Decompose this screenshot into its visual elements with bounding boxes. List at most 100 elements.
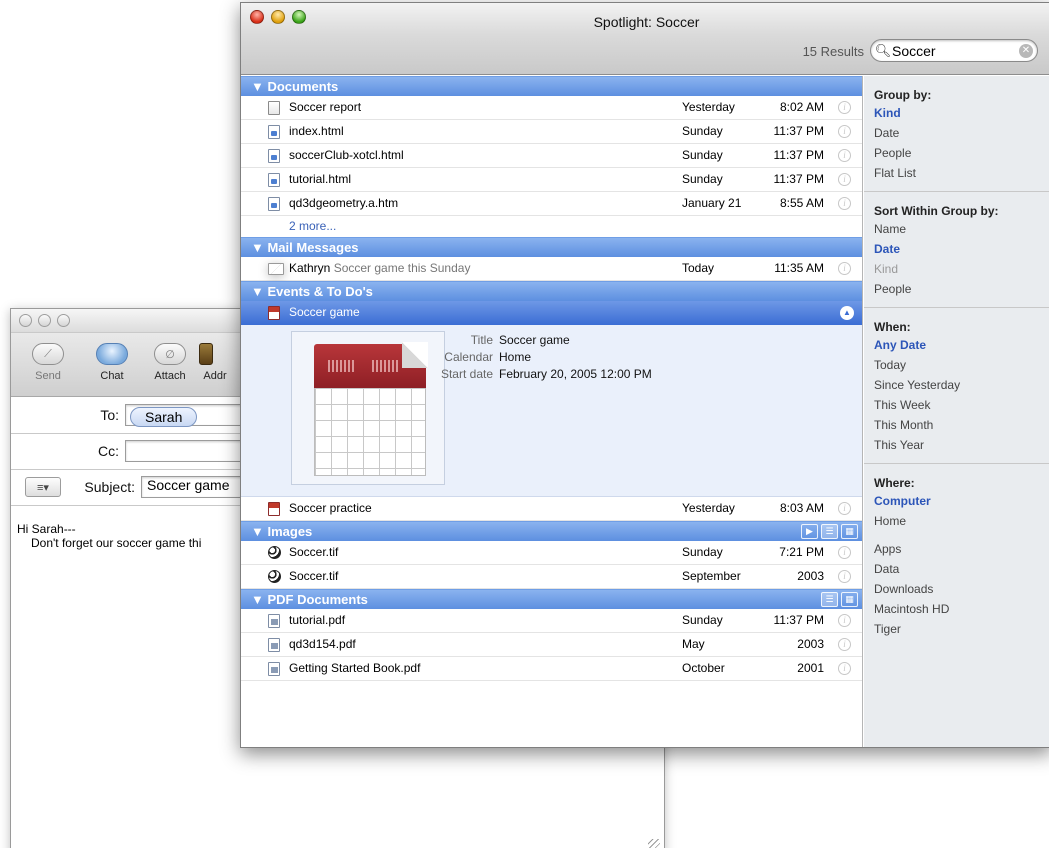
view-options: ☰ ▦ bbox=[821, 592, 858, 607]
result-row[interactable]: Soccer practice Yesterday 8:03 AM i bbox=[241, 497, 862, 521]
info-icon[interactable]: i bbox=[838, 662, 851, 675]
results-count: 15 Results bbox=[802, 44, 864, 59]
mail-subject: Soccer game this Sunday bbox=[333, 261, 471, 275]
resize-grip[interactable] bbox=[648, 839, 660, 848]
collapse-preview-icon[interactable]: ▲ bbox=[840, 306, 854, 320]
sidebar-option[interactable]: Flat List bbox=[874, 163, 1042, 183]
sidebar-option[interactable]: Since Yesterday bbox=[874, 375, 1042, 395]
sidebar-option[interactable]: Computer bbox=[874, 491, 1042, 511]
sidebar-option[interactable]: Date bbox=[874, 239, 1042, 259]
info-icon[interactable]: i bbox=[838, 101, 851, 114]
address-book-icon bbox=[199, 343, 213, 365]
spotlight-window: Spotlight: Soccer 15 Results 🔍︎ ✕ ▼ Docu… bbox=[240, 2, 1049, 748]
zoom-button[interactable] bbox=[57, 314, 70, 327]
sidebar-option[interactable]: Data bbox=[874, 559, 1042, 579]
icon-view-icon[interactable]: ▦ bbox=[841, 592, 858, 607]
info-icon[interactable]: i bbox=[838, 125, 851, 138]
sort-by-section: Sort Within Group by: Name Date Kind Peo… bbox=[864, 192, 1049, 308]
sidebar-option[interactable]: Any Date bbox=[874, 335, 1042, 355]
mail-window-controls bbox=[19, 314, 70, 327]
search-input[interactable] bbox=[892, 42, 1012, 59]
result-time: 8:02 AM bbox=[779, 100, 824, 114]
pdf-file-icon bbox=[268, 662, 280, 676]
chat-button[interactable]: Chat bbox=[83, 343, 141, 382]
section-header-documents[interactable]: ▼ Documents bbox=[241, 76, 862, 96]
result-row[interactable]: qd3d154.pdf May 2003 i bbox=[241, 633, 862, 657]
sidebar-option[interactable]: Kind bbox=[874, 103, 1042, 123]
info-icon[interactable]: i bbox=[838, 502, 851, 515]
result-row[interactable]: index.html Sunday 11:37 PM i bbox=[241, 120, 862, 144]
sidebar-option[interactable]: Downloads bbox=[874, 579, 1042, 599]
info-icon[interactable]: i bbox=[838, 173, 851, 186]
selected-result-row[interactable]: Soccer game ▲ bbox=[241, 301, 862, 325]
sidebar-option[interactable]: This Week bbox=[874, 395, 1042, 415]
sidebar-header: Where: bbox=[874, 476, 915, 490]
result-row[interactable]: soccerClub-xotcl.html Sunday 11:37 PM i bbox=[241, 144, 862, 168]
result-row[interactable]: tutorial.pdf Sunday 11:37 PM i bbox=[241, 609, 862, 633]
more-results-link[interactable]: 2 more... bbox=[241, 216, 862, 237]
info-icon[interactable]: i bbox=[838, 546, 851, 559]
sidebar-option[interactable]: People bbox=[874, 279, 1042, 299]
detail-key: Title bbox=[470, 333, 493, 347]
mail-sender: Kathryn bbox=[289, 261, 331, 275]
section-header-mail[interactable]: ▼ Mail Messages bbox=[241, 237, 862, 257]
sidebar-option[interactable]: People bbox=[874, 143, 1042, 163]
info-icon[interactable]: i bbox=[838, 614, 851, 627]
sidebar-option[interactable]: Home bbox=[874, 511, 1042, 531]
minimize-button[interactable] bbox=[38, 314, 51, 327]
info-icon[interactable]: i bbox=[838, 149, 851, 162]
result-name: tutorial.html bbox=[289, 172, 352, 186]
subject-value: Soccer game bbox=[147, 477, 230, 493]
send-button[interactable]: ⟋ Send bbox=[19, 343, 77, 382]
info-icon[interactable]: i bbox=[838, 570, 851, 583]
info-icon[interactable]: i bbox=[838, 638, 851, 651]
list-view-icon[interactable]: ☰ bbox=[821, 592, 838, 607]
close-button[interactable] bbox=[19, 314, 32, 327]
sidebar-option[interactable]: Tiger bbox=[874, 619, 1042, 639]
result-time: 11:37 PM bbox=[773, 124, 824, 138]
slideshow-icon[interactable]: ▶ bbox=[801, 524, 818, 539]
sidebar-option[interactable]: This Year bbox=[874, 435, 1042, 455]
clear-search-icon[interactable]: ✕ bbox=[1019, 44, 1033, 58]
message-body[interactable]: Hi Sarah--- Don't forget our soccer game… bbox=[17, 522, 201, 550]
list-view-icon[interactable]: ☰ bbox=[821, 524, 838, 539]
result-row[interactable]: Getting Started Book.pdf October 2001 i bbox=[241, 657, 862, 681]
sidebar-option[interactable]: Today bbox=[874, 355, 1042, 375]
result-row[interactable]: Soccer.tif Sunday 7:21 PM i bbox=[241, 541, 862, 565]
sidebar-option[interactable]: This Month bbox=[874, 415, 1042, 435]
sidebar-option[interactable]: Macintosh HD bbox=[874, 599, 1042, 619]
header-options-menu[interactable]: ≡▾ bbox=[25, 477, 61, 497]
result-row[interactable]: Kathryn Soccer game this Sunday Today 11… bbox=[241, 257, 862, 281]
result-date: Sunday bbox=[682, 148, 723, 162]
result-row[interactable]: Soccer.tif September 2003 i bbox=[241, 565, 862, 589]
sidebar-option[interactable]: Name bbox=[874, 219, 1042, 239]
sidebar-header: Group by: bbox=[874, 88, 932, 102]
result-date: Sunday bbox=[682, 545, 723, 559]
info-icon[interactable]: i bbox=[838, 262, 851, 275]
sidebar-option: Kind bbox=[874, 262, 899, 276]
section-header-images[interactable]: ▼ Images ▶ ☰ ▦ bbox=[241, 521, 862, 541]
sidebar-option[interactable]: Apps bbox=[874, 539, 1042, 559]
icon-view-icon[interactable]: ▦ bbox=[841, 524, 858, 539]
search-field[interactable]: 🔍︎ ✕ bbox=[870, 39, 1038, 62]
info-icon[interactable]: i bbox=[838, 197, 851, 210]
where-section: Where: Computer Home Apps Data Downloads… bbox=[864, 464, 1049, 647]
pdf-file-icon bbox=[268, 614, 280, 628]
result-name: Soccer report bbox=[289, 100, 362, 114]
result-time: 11:37 PM bbox=[773, 172, 824, 186]
result-row[interactable]: Soccer report Yesterday 8:02 AM i bbox=[241, 96, 862, 120]
result-time: 8:03 AM bbox=[779, 501, 824, 515]
result-date: September bbox=[682, 569, 741, 583]
result-time: 11:35 AM bbox=[774, 261, 824, 275]
result-row[interactable]: qd3dgeometry.a.htm January 21 8:55 AM i bbox=[241, 192, 862, 216]
result-row[interactable]: tutorial.html Sunday 11:37 PM i bbox=[241, 168, 862, 192]
address-button[interactable]: Addr bbox=[191, 343, 239, 382]
section-header-pdf[interactable]: ▼ PDF Documents ☰ ▦ bbox=[241, 589, 862, 609]
recipient-token[interactable]: Sarah bbox=[130, 407, 198, 427]
result-time: 8:55 AM bbox=[779, 196, 824, 210]
result-date: Sunday bbox=[682, 124, 723, 138]
sidebar-option[interactable]: Date bbox=[874, 123, 1042, 143]
chat-label: Chat bbox=[100, 370, 124, 382]
section-header-events[interactable]: ▼ Events & To Do's bbox=[241, 281, 862, 301]
spotlight-sidebar: Group by: Kind Date People Flat List Sor… bbox=[864, 76, 1049, 747]
